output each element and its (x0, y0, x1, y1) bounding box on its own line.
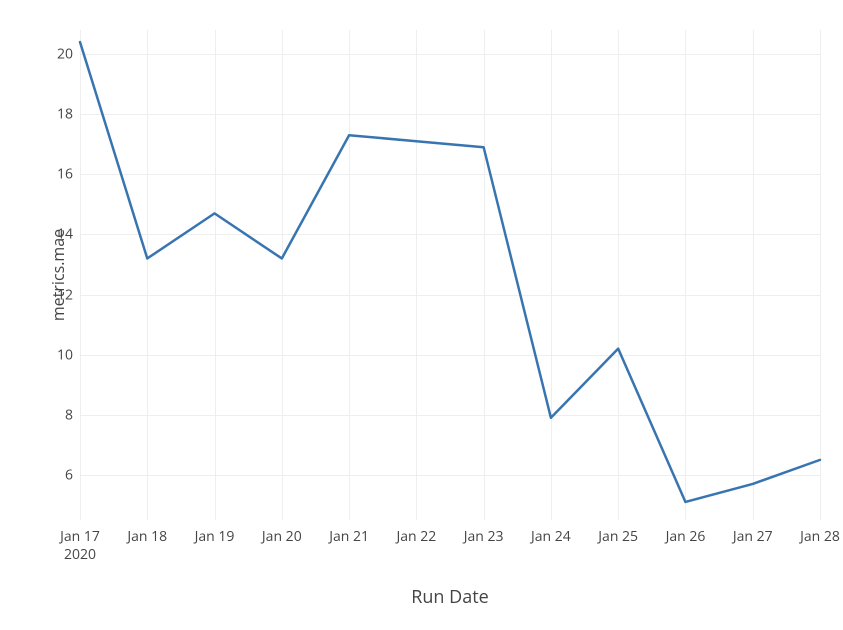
x-tick-label: Jan 22 (396, 528, 436, 546)
x-tick-label: Jan 24 (531, 528, 571, 546)
x-tick-label: Jan 27 (733, 528, 773, 546)
x-tick-label: Jan 21 (329, 528, 369, 546)
y-tick-label: 8 (13, 405, 73, 424)
x-tick-text: Jan 17 (60, 527, 100, 546)
y-tick-label: 20 (13, 45, 73, 64)
x-axis-title: Run Date (411, 585, 488, 609)
line-series (80, 42, 820, 502)
y-tick-label: 6 (13, 465, 73, 484)
x-tick-label: Jan 26 (666, 528, 706, 546)
y-tick-label: 14 (13, 225, 73, 244)
x-tick-label: Jan 25 (598, 528, 638, 546)
plot-svg (80, 30, 820, 520)
y-tick-label: 10 (13, 345, 73, 364)
y-tick-label: 12 (13, 285, 73, 304)
plot-area (80, 30, 820, 520)
gridline-vertical (820, 30, 821, 520)
x-year-label: 2020 (64, 545, 96, 564)
chart-container: metrics.mae Run Date 68101214161820 Jan … (0, 0, 843, 630)
y-tick-label: 18 (13, 105, 73, 124)
x-tick-label: Jan 18 (127, 528, 167, 546)
x-tick-label: Jan 23 (464, 528, 504, 546)
x-tick-label: Jan 28 (800, 528, 840, 546)
y-tick-label: 16 (13, 165, 73, 184)
x-tick-label: Jan 172020 (60, 528, 100, 564)
x-tick-label: Jan 19 (195, 528, 235, 546)
x-tick-label: Jan 20 (262, 528, 302, 546)
